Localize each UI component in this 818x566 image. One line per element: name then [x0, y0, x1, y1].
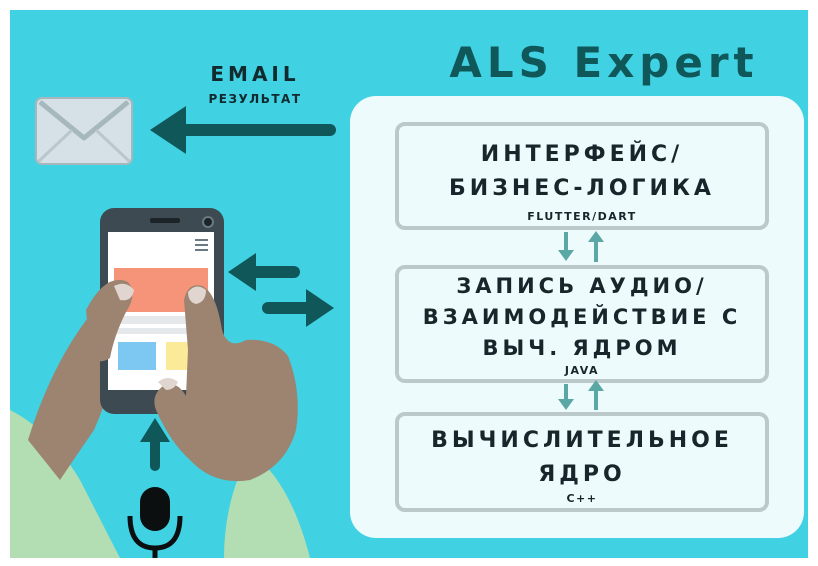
layer-box-audio: ЗАПИСЬ АУДИО/ ВЗАИМОДЕЙСТВИЕ С ВЫЧ. ЯДРО… — [395, 265, 769, 383]
diagram-canvas: EMAIL РЕЗУЛЬТАТ ALS Expert ИНТЕРФЕЙС/ БИ… — [10, 10, 808, 558]
arrow-right-icon — [262, 289, 334, 327]
layer-box-core: ВЫЧИСЛИТЕЛЬНОЕ ЯДРО C++ — [395, 412, 769, 512]
layer-title-line: ЗАПИСЬ АУДИО/ — [456, 274, 708, 298]
layer-tech-label: C++ — [566, 492, 598, 505]
layer-title-line: ВЫЧИСЛИТЕЛЬНОЕ — [431, 428, 733, 453]
layer-tech-label: FLUTTER/DART — [527, 210, 637, 223]
layer-title-line: БИЗНЕС-ЛОГИКА — [449, 176, 715, 201]
layer-title-line: ВЫЧ. ЯДРОМ — [482, 336, 682, 360]
email-label: EMAIL — [210, 62, 300, 86]
layer-box-interface: ИНТЕРФЕЙС/ БИЗНЕС-ЛОГИКА FLUTTER/DART — [395, 122, 769, 230]
envelope-icon — [35, 97, 133, 165]
layer-title-line: ВЗАИМОДЕЙСТВИЕ С — [422, 305, 742, 329]
arrow-left-icon — [228, 253, 300, 291]
diagram-title: ALS Expert — [449, 38, 759, 87]
layer-title-line: ЯДРО — [538, 462, 626, 487]
arrow-left-icon — [150, 106, 336, 154]
layer-tech-label: JAVA — [564, 364, 600, 377]
microphone-icon — [127, 487, 183, 558]
result-label: РЕЗУЛЬТАТ — [208, 92, 302, 106]
layer-title-line: ИНТЕРФЕЙС/ — [480, 142, 684, 167]
